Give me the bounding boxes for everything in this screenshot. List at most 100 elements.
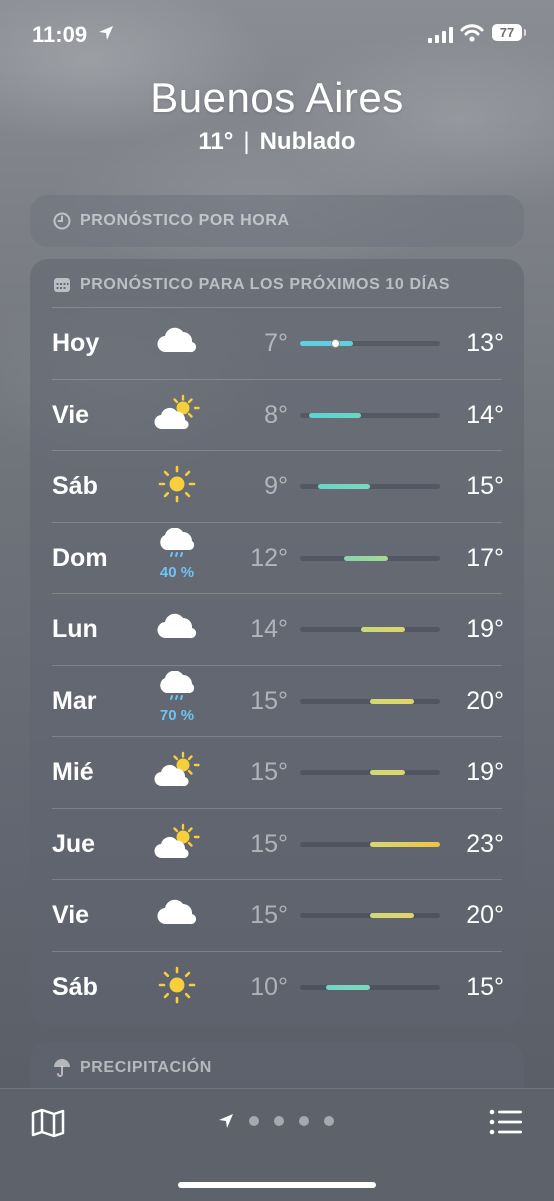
- row-divider: [52, 664, 502, 666]
- forecast-row[interactable]: Lun 14° 19°: [30, 593, 524, 664]
- low-temperature: 15°: [250, 829, 288, 858]
- cloud-icon: [152, 607, 202, 655]
- wifi-icon: [460, 24, 484, 42]
- map-icon[interactable]: [30, 1107, 66, 1139]
- forecast-row[interactable]: Dom 40 % 12° 17°: [30, 521, 524, 593]
- row-divider: [52, 521, 502, 523]
- partly-sunny-icon: [152, 393, 202, 441]
- forecast-day: Hoy: [52, 329, 100, 357]
- precipitation-title: PRECIPITACIÓN: [80, 1059, 212, 1076]
- umbrella-icon: [52, 1058, 72, 1078]
- status-time: 11:09: [32, 22, 88, 47]
- precipitation-header: PRECIPITACIÓN: [52, 1058, 212, 1078]
- low-temperature: 9°: [264, 472, 288, 500]
- conditions-separator: |: [243, 128, 250, 155]
- forecast-day: Vie: [52, 400, 90, 429]
- clock-icon: [52, 211, 72, 231]
- high-temperature: 15°: [466, 472, 504, 500]
- cloud-icon: [152, 893, 202, 941]
- cellular-signal-icon: [428, 27, 453, 43]
- temperature-range-fill: [361, 627, 405, 632]
- temperature-range-fill: [370, 698, 414, 704]
- forecast-row[interactable]: Sáb 10° 15°: [30, 950, 524, 1022]
- temperature-range-fill: [343, 555, 388, 561]
- forecast-row[interactable]: Mié 15° 19°: [30, 736, 524, 807]
- high-temperature: 23°: [466, 829, 504, 858]
- location-arrow-icon: [99, 26, 113, 40]
- forecast-day: Mar: [52, 686, 97, 715]
- condition-text: Nublado: [259, 128, 356, 155]
- forecast-row[interactable]: Vie 8° 14°: [30, 378, 524, 450]
- row-divider: [52, 950, 502, 952]
- page-indicator[interactable]: [218, 1113, 334, 1129]
- row-divider: [52, 807, 502, 809]
- low-temperature: 12°: [250, 543, 288, 572]
- high-temperature: 20°: [466, 901, 504, 929]
- ten-day-forecast-title: PRONÓSTICO PARA LOS PRÓXIMOS 10 DÍAS: [80, 276, 451, 293]
- precipitation-chance: 40 %: [159, 563, 195, 581]
- temperature-range-fill: [370, 770, 405, 775]
- temperature-range-bar: [300, 913, 440, 918]
- bottom-toolbar: [0, 1088, 554, 1201]
- forecast-day: Vie: [52, 901, 90, 929]
- row-divider: [52, 378, 502, 380]
- cloud-icon: [152, 321, 202, 369]
- sun-icon: [152, 464, 202, 512]
- forecast-row[interactable]: Vie 15° 20°: [30, 879, 524, 950]
- high-temperature: 17°: [466, 543, 504, 572]
- current-temperature-marker: [330, 339, 340, 348]
- temperature-range-bar: [300, 841, 440, 847]
- low-temperature: 7°: [264, 329, 288, 357]
- low-temperature: 8°: [264, 400, 288, 429]
- page-dot[interactable]: [299, 1116, 309, 1126]
- ten-day-forecast-header: PRONÓSTICO PARA LOS PRÓXIMOS 10 DÍAS: [52, 275, 450, 295]
- temperature-range-fill: [317, 484, 370, 489]
- page-dot[interactable]: [324, 1116, 334, 1126]
- forecast-row[interactable]: Jue 15° 23°: [30, 807, 524, 879]
- forecast-row[interactable]: Mar 70 % 15° 20°: [30, 664, 524, 736]
- calendar-icon: [52, 275, 72, 295]
- forecast-row[interactable]: Sáb 9° 15°: [30, 450, 524, 521]
- hourly-forecast-title: PRONÓSTICO POR HORA: [80, 212, 290, 229]
- forecast-day: Lun: [52, 615, 98, 643]
- forecast-day: Sáb: [52, 472, 98, 500]
- partly-sunny-icon: [152, 822, 202, 870]
- row-divider: [52, 736, 502, 737]
- status-bar: 11:09 77: [0, 18, 554, 54]
- current-conditions: 11° | Nublado: [0, 128, 554, 156]
- forecast-day: Jue: [52, 829, 96, 858]
- forecast-day: Mié: [52, 758, 94, 786]
- current-temperature: 11°: [198, 128, 234, 155]
- temperature-range-fill: [308, 412, 362, 418]
- low-temperature: 15°: [250, 686, 288, 715]
- forecast-day: Dom: [52, 543, 108, 572]
- high-temperature: 14°: [466, 400, 504, 429]
- row-divider: [52, 879, 502, 880]
- low-temperature: 15°: [250, 758, 288, 786]
- forecast-day: Sáb: [52, 972, 98, 1001]
- high-temperature: 19°: [466, 615, 504, 643]
- temperature-range-fill: [370, 841, 440, 847]
- hourly-forecast-header: PRONÓSTICO POR HORA: [52, 211, 290, 231]
- city-name: Buenos Aires: [150, 74, 404, 121]
- row-divider: [52, 450, 502, 451]
- sun-icon: [152, 965, 202, 1013]
- partly-sunny-icon: [152, 750, 202, 798]
- row-divider: [52, 307, 502, 308]
- home-indicator: [178, 1182, 376, 1188]
- list-icon[interactable]: [488, 1107, 524, 1137]
- high-temperature: 19°: [466, 758, 504, 786]
- forecast-row[interactable]: Hoy 7° 13°: [30, 307, 524, 378]
- page-dot[interactable]: [274, 1116, 284, 1126]
- current-location-page-icon[interactable]: [218, 1113, 234, 1129]
- temperature-range-bar: [300, 627, 440, 632]
- temperature-range-bar: [300, 484, 440, 489]
- temperature-range-bar: [300, 984, 440, 990]
- temperature-range-bar: [300, 412, 440, 418]
- ten-day-forecast-card[interactable]: PRONÓSTICO PARA LOS PRÓXIMOS 10 DÍAS Hoy…: [30, 259, 524, 1025]
- temperature-range-bar: [300, 698, 440, 704]
- hourly-forecast-card[interactable]: PRONÓSTICO POR HORA: [30, 195, 524, 247]
- temperature-range-fill: [300, 341, 353, 346]
- page-dot[interactable]: [249, 1116, 259, 1126]
- high-temperature: 20°: [466, 686, 504, 715]
